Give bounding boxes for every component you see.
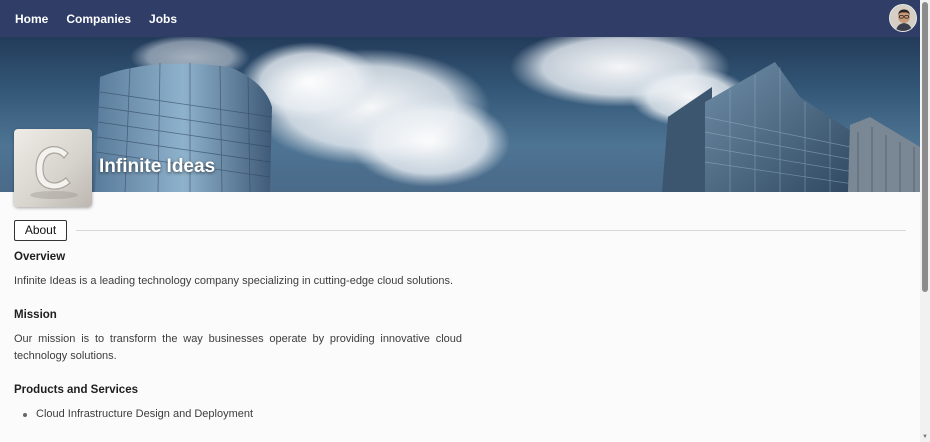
products-title: Products and Services <box>14 384 138 396</box>
company-name: Infinite Ideas <box>99 156 216 177</box>
tab-about[interactable]: About <box>14 220 67 241</box>
company-logo-icon <box>14 129 92 207</box>
nav-link-home[interactable]: Home <box>15 12 48 26</box>
mission-section: Mission Our mission is to transform the … <box>14 309 462 365</box>
scrollbar-thumb[interactable] <box>922 2 928 292</box>
overview-text: Infinite Ideas is a leading technology c… <box>14 275 454 287</box>
tab-divider <box>76 230 906 231</box>
about-content: Overview Infinite Ideas is a leading tec… <box>14 251 462 442</box>
page-scrollbar[interactable]: ▼ <box>920 0 930 442</box>
list-item: Cloud Infrastructure Design and Deployme… <box>14 406 462 423</box>
scroll-down-arrow-icon[interactable]: ▼ <box>920 433 930 441</box>
overview-title: Overview <box>14 251 66 263</box>
mission-text: Our mission is to transform the way busi… <box>14 333 462 362</box>
overview-section: Overview Infinite Ideas is a leading tec… <box>14 251 462 290</box>
nav-link-jobs[interactable]: Jobs <box>149 12 177 26</box>
mission-title: Mission <box>14 309 57 321</box>
user-avatar-icon[interactable] <box>889 4 917 32</box>
products-list: Cloud Infrastructure Design and Deployme… <box>14 406 462 423</box>
nav-link-companies[interactable]: Companies <box>66 12 131 26</box>
top-navbar: Home Companies Jobs <box>0 0 920 37</box>
products-section: Products and Services Cloud Infrastructu… <box>14 384 462 423</box>
